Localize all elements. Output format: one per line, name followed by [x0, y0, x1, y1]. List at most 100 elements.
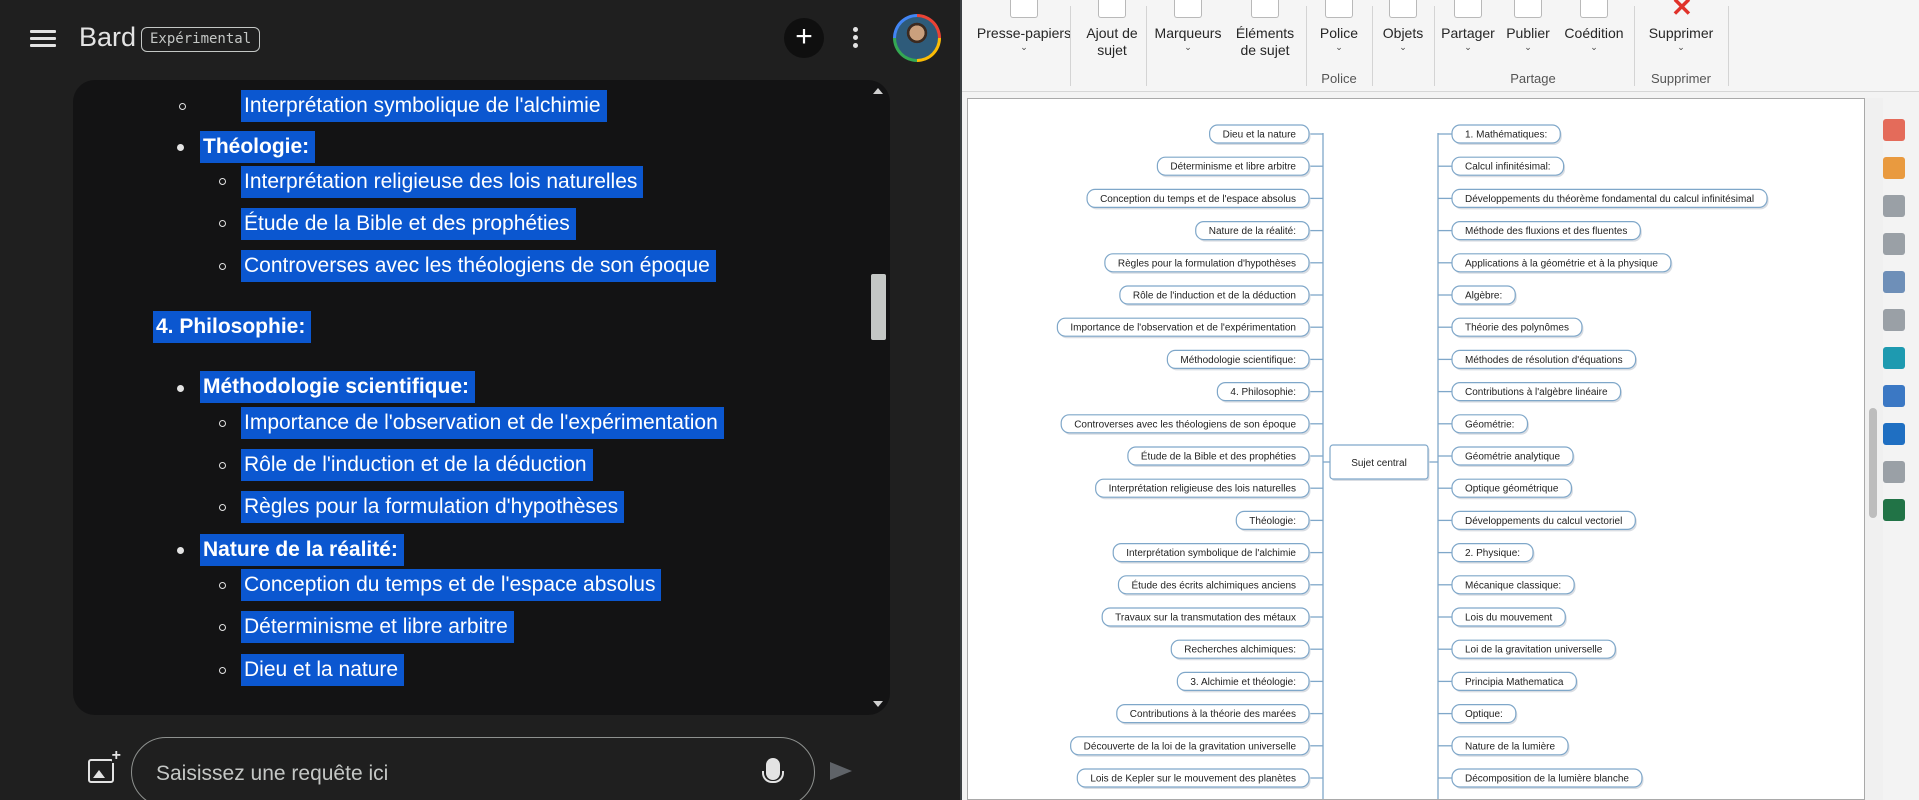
topic-notes-icon[interactable]	[1883, 119, 1905, 141]
clipboard-button[interactable]: Presse-papiers ⌄	[974, 0, 1074, 90]
mindmap-node[interactable]: 1. Mathématiques:	[1451, 124, 1562, 145]
web-icon[interactable]	[1883, 461, 1905, 483]
mindmap-node[interactable]: Importance de l'observation et de l'expé…	[1056, 317, 1311, 339]
mindmap-node[interactable]: 2. Physique:	[1451, 543, 1535, 564]
mindmap-node[interactable]: Déterminisme et libre arbitre	[1156, 156, 1311, 178]
topic-elements-button[interactable]: Éléments de sujet	[1232, 0, 1298, 90]
prompt-input[interactable]	[156, 760, 716, 788]
mindmap-node[interactable]: Étude de la Bible et des prophéties	[1127, 446, 1311, 467]
mindmap-node[interactable]: Applications à la géométrie et à la phys…	[1451, 253, 1673, 274]
mindmap-node[interactable]: Méthodologie scientifique:	[1166, 349, 1311, 371]
mindmap-node[interactable]: Contributions à la théorie des marées	[1116, 703, 1311, 725]
mindmap-node[interactable]: Recherches alchimiques:	[1170, 639, 1311, 661]
library-icon[interactable]	[1883, 271, 1905, 293]
mindmap-node[interactable]: Travaux sur la transmutation des métaux	[1101, 607, 1311, 628]
svg-text:Optique géométrique: Optique géométrique	[1465, 484, 1559, 495]
list-item: Controverses avec les théologiens de son…	[241, 250, 716, 282]
scrollbar-thumb[interactable]	[871, 274, 886, 340]
overview-icon[interactable]	[1883, 347, 1905, 369]
svg-text:3. Alchimie et théologie:: 3. Alchimie et théologie:	[1190, 677, 1296, 688]
separator	[1146, 6, 1147, 86]
list-bullet	[177, 547, 184, 554]
mindmap-node[interactable]: Loi de la gravitation universelle	[1451, 639, 1617, 661]
mindmap-node[interactable]: Théorie des polynômes	[1451, 317, 1584, 339]
send-icon[interactable]	[830, 760, 854, 782]
mindmap-node[interactable]: Développements du théorème fondamental d…	[1451, 188, 1769, 210]
list-item: Étude de la Bible et des prophéties	[241, 208, 576, 240]
search-icon[interactable]	[1883, 309, 1905, 331]
mindmap-node[interactable]: Nature de la lumière	[1451, 736, 1570, 757]
resources-icon[interactable]	[1883, 195, 1905, 217]
mindmap-node[interactable]: Lois de Kepler sur le mouvement des plan…	[1076, 768, 1311, 789]
mindmap-node[interactable]: Décomposition de la lumière blanche	[1451, 768, 1644, 789]
separator	[1372, 6, 1373, 86]
microphone-icon[interactable]	[762, 758, 784, 783]
mindmap-node[interactable]: Théologie:	[1235, 510, 1311, 532]
objects-button[interactable]: Objets ⌄	[1376, 0, 1430, 90]
svg-text:Développements du calcul vecto: Développements du calcul vectoriel	[1465, 516, 1622, 527]
mindmap-node[interactable]: Calcul infinitésimal:	[1451, 156, 1566, 178]
menu-icon[interactable]	[30, 26, 56, 52]
calendar-icon[interactable]	[1883, 157, 1905, 179]
svg-text:Déterminisme et libre arbitre: Déterminisme et libre arbitre	[1170, 162, 1296, 173]
excel-icon[interactable]	[1883, 499, 1905, 521]
mindmap-node[interactable]: Conception du temps et de l'espace absol…	[1086, 188, 1311, 210]
list-heading: Théologie:	[200, 131, 316, 163]
mindmap-node[interactable]: Méthode des fluxions et des fluentes	[1451, 220, 1642, 242]
mindmap-node[interactable]: Algèbre:	[1451, 285, 1517, 306]
svg-text:Travaux sur la transmutation d: Travaux sur la transmutation des métaux	[1115, 613, 1296, 624]
mindmap-node[interactable]: Méthodes de résolution d'équations	[1451, 349, 1638, 371]
list-item: Déterminisme et libre arbitre	[241, 611, 514, 643]
svg-text:Méthodes de résolution d'équat: Méthodes de résolution d'équations	[1465, 355, 1623, 366]
app-title: Bard	[79, 22, 137, 52]
outline-icon[interactable]	[1883, 233, 1905, 255]
mindmap-node[interactable]: Contributions à l'algèbre linéaire	[1451, 382, 1623, 403]
mindmap-node[interactable]: Règles pour la formulation d'hypothèses	[1104, 253, 1311, 274]
prompt-box	[131, 737, 815, 800]
image-upload-icon[interactable]	[88, 749, 121, 783]
mindmap-node[interactable]: 4. Philosophie:	[1216, 382, 1311, 403]
mindmap-node[interactable]: Rôle de l'induction et de la déduction	[1119, 285, 1311, 306]
list-bullet	[219, 220, 226, 227]
mindmap-node[interactable]: Dieu et la nature	[1209, 124, 1311, 145]
svg-text:Sujet central: Sujet central	[1351, 458, 1407, 469]
svg-text:Développements du théorème fon: Développements du théorème fondamental d…	[1465, 194, 1754, 205]
svg-text:Recherches alchimiques:: Recherches alchimiques:	[1184, 645, 1296, 656]
new-chat-button[interactable]: +	[784, 18, 824, 58]
mindmap-node[interactable]: Interprétation religieuse des lois natur…	[1095, 478, 1311, 500]
svg-text:Calcul infinitésimal:: Calcul infinitésimal:	[1465, 162, 1551, 173]
mindmap-node[interactable]: Géométrie:	[1451, 414, 1529, 435]
mindmap-node[interactable]: Interprétation symbolique de l'alchimie	[1112, 543, 1311, 564]
mindmap-node[interactable]: Principia Mathematica	[1451, 671, 1578, 693]
svg-text:Nature de la lumière: Nature de la lumière	[1465, 741, 1555, 752]
mindmap-node[interactable]: Géométrie analytique	[1451, 446, 1575, 467]
separator	[1306, 6, 1307, 86]
svg-text:Loi de la gravitation universe: Loi de la gravitation universelle	[1465, 645, 1603, 656]
more-options-icon[interactable]	[850, 27, 860, 51]
mindmap-node[interactable]: Controverses avec les théologiens de son…	[1060, 414, 1311, 435]
outlook-icon[interactable]	[1883, 423, 1905, 445]
scrollbar-thumb[interactable]	[1869, 408, 1877, 518]
mindmap-node[interactable]: Lois du mouvement	[1451, 607, 1567, 628]
mindmap-node[interactable]: Développements du calcul vectoriel	[1451, 510, 1637, 532]
mindmap-node[interactable]: Étude des écrits alchimiques anciens	[1117, 575, 1311, 596]
layout-icon[interactable]	[1883, 385, 1905, 407]
markers-button[interactable]: Marqueurs ⌄	[1148, 0, 1228, 90]
svg-text:Méthodologie scientifique:: Méthodologie scientifique:	[1180, 355, 1296, 366]
mindmap-node[interactable]: 3. Alchimie et théologie:	[1176, 671, 1311, 693]
avatar[interactable]	[893, 14, 941, 62]
svg-text:Nature de la réalité:: Nature de la réalité:	[1209, 226, 1296, 237]
mindmap-canvas[interactable]: Dieu et la nature Déterminisme et libre a…	[967, 98, 1865, 800]
mindmap-node[interactable]: Mécanique classique:	[1451, 575, 1576, 596]
mindmap-node[interactable]: Découverte de la loi de la gravitation u…	[1070, 736, 1311, 757]
mindmap-node[interactable]: Nature de la réalité:	[1195, 220, 1311, 242]
svg-text:Mécanique classique:: Mécanique classique:	[1465, 580, 1561, 591]
group-label-police: Police	[1321, 71, 1357, 86]
mindmap-central-topic[interactable]: Sujet central	[1329, 444, 1430, 481]
scroll-down-icon[interactable]	[873, 701, 883, 707]
mindmap-node[interactable]: Optique:	[1451, 703, 1518, 725]
mindmap-node[interactable]: Optique géométrique	[1451, 478, 1573, 500]
list-item: Interprétation religieuse des lois natur…	[241, 166, 644, 198]
scroll-up-icon[interactable]	[873, 88, 883, 94]
add-topic-button[interactable]: Ajout de sujet	[1080, 0, 1144, 90]
